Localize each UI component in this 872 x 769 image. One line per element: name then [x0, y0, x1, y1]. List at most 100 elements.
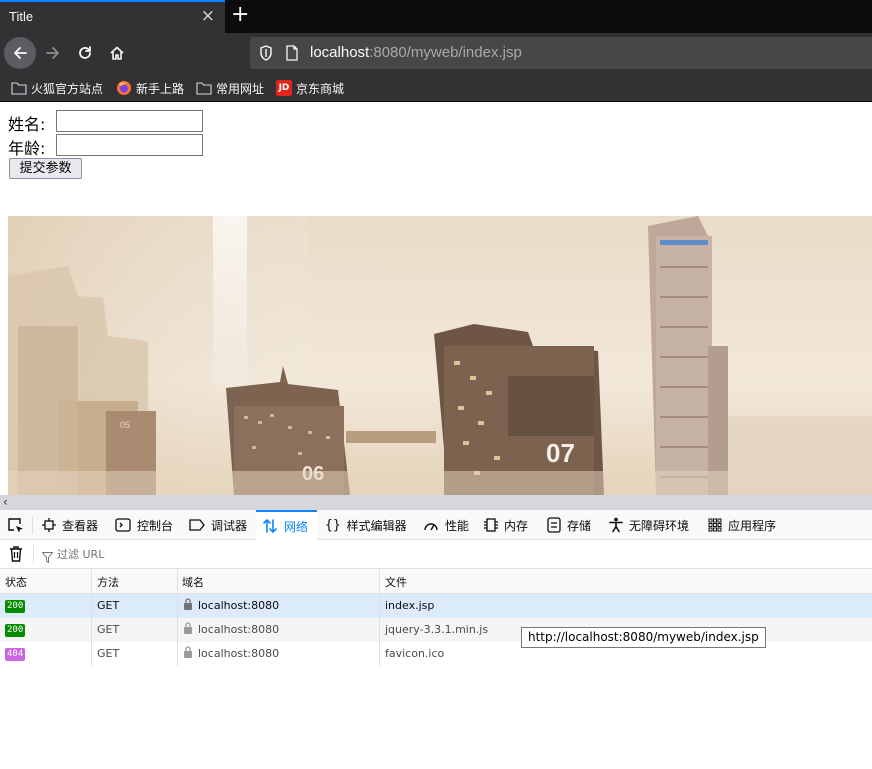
request-method: GET [97, 647, 120, 660]
toolbar-separator [32, 516, 33, 534]
column-divider [91, 594, 92, 618]
tab-storage[interactable]: 存储 [547, 510, 591, 540]
url-bar[interactable]: localhost:8080/myweb/index.jsp [250, 37, 872, 69]
tab-label: 调试器 [211, 518, 248, 533]
lock-icon [183, 646, 193, 661]
column-divider [379, 618, 380, 642]
tab-label: 样式编辑器 [346, 518, 407, 533]
bookmark-item[interactable]: 新手上路 [116, 79, 184, 97]
tab-console[interactable]: 控制台 [115, 510, 173, 540]
inspector-icon [42, 518, 56, 532]
element-picker-icon[interactable] [7, 517, 24, 538]
storage-icon [547, 517, 561, 533]
column-domain[interactable]: 域名 [182, 574, 204, 590]
name-input[interactable] [56, 110, 203, 132]
navigation-bar: localhost:8080/myweb/index.jsp [0, 33, 872, 73]
back-button[interactable] [4, 37, 36, 69]
tab-label: 存储 [567, 518, 592, 533]
submit-button[interactable]: 提交参数 [9, 158, 82, 179]
column-divider [91, 618, 92, 642]
bookmarks-toolbar: 火狐官方站点 新手上路 常用网址 JD 京东商城 [0, 73, 872, 102]
page-content: 姓名: 年龄: 提交参数 07 05 [0, 102, 872, 495]
tab-memory[interactable]: 内存 [484, 510, 528, 540]
name-label: 姓名: [8, 115, 46, 134]
city-illustration: 06 07 [8, 216, 872, 495]
browser-tab[interactable]: Title × [0, 0, 225, 33]
request-file: jquery-3.3.1.min.js [385, 623, 489, 636]
tab-close-icon[interactable]: × [201, 6, 215, 26]
page-info-icon[interactable] [285, 45, 299, 65]
column-status[interactable]: 状态 [5, 574, 27, 590]
banner-image: 06 07 [8, 216, 872, 495]
bookmark-label: 新手上路 [136, 81, 185, 96]
building-number-05: 05 [120, 420, 130, 430]
jd-badge: JD [276, 80, 292, 96]
home-button[interactable] [101, 37, 133, 69]
column-divider [379, 569, 380, 594]
reload-button[interactable] [69, 37, 101, 69]
tab-application[interactable]: 应用程序 [708, 510, 776, 540]
request-method: GET [97, 623, 120, 636]
request-file: index.jsp [385, 599, 435, 612]
home-icon [110, 46, 124, 60]
jd-icon: JD [276, 80, 292, 96]
url-tooltip: http://localhost:8080/myweb/index.jsp [521, 627, 766, 648]
network-icon [262, 518, 278, 534]
folder-icon [11, 81, 27, 95]
reload-icon [79, 46, 91, 59]
bookmark-item[interactable]: JD 京东商城 [276, 79, 344, 97]
bookmark-label: 常用网址 [216, 81, 265, 96]
url-text[interactable]: localhost:8080/myweb/index.jsp [310, 44, 522, 61]
column-divider [177, 618, 178, 642]
tab-performance[interactable]: 性能 [423, 510, 469, 540]
tab-accessibility[interactable]: 无障碍环境 [609, 510, 689, 540]
table-row[interactable]: 200 GET localhost:8080 index.jsp [0, 594, 872, 618]
url-path: :8080/myweb/index.jsp [369, 44, 522, 61]
tab-label: 应用程序 [728, 518, 777, 533]
tab-label: 网络 [284, 519, 309, 534]
tracking-shield-icon[interactable] [259, 45, 273, 65]
building-number-07: 07 [546, 438, 575, 468]
tab-style-editor[interactable]: {} 样式编辑器 [325, 510, 407, 540]
request-domain: localhost:8080 [198, 599, 280, 612]
status-badge: 200 [5, 624, 26, 637]
debugger-icon [189, 518, 205, 532]
filter-url-input[interactable]: 过滤 URL [57, 546, 104, 562]
column-divider [379, 594, 380, 618]
scroll-left-icon[interactable]: ‹ [3, 495, 8, 509]
application-icon [708, 518, 722, 532]
column-file[interactable]: 文件 [385, 574, 407, 590]
tab-inspector[interactable]: 查看器 [42, 510, 98, 540]
tab-label: 无障碍环境 [629, 518, 690, 533]
forward-arrow-icon [46, 47, 59, 59]
new-tab-icon[interactable]: + [231, 3, 249, 27]
forward-button[interactable] [37, 37, 69, 69]
request-domain: localhost:8080 [198, 623, 280, 636]
console-icon [115, 518, 131, 532]
tab-label: 性能 [445, 518, 470, 533]
filter-icon [41, 548, 54, 567]
filter-separator [33, 545, 34, 563]
bookmark-item[interactable]: 常用网址 [196, 79, 264, 97]
status-badge: 200 [5, 600, 26, 613]
tab-debugger[interactable]: 调试器 [189, 510, 247, 540]
tab-network[interactable]: 网络 [256, 510, 317, 540]
request-domain: localhost:8080 [198, 647, 280, 660]
horizontal-scrollbar[interactable]: ‹ [0, 495, 872, 510]
network-filter-bar: 过滤 URL [0, 540, 872, 569]
tab-label: 内存 [504, 518, 529, 533]
column-method[interactable]: 方法 [97, 574, 119, 590]
memory-icon [484, 517, 498, 533]
back-arrow-icon [14, 47, 27, 59]
age-input[interactable] [56, 134, 203, 156]
devtools-toolbar: 查看器 控制台 调试器 网络 {} 样式编辑器 性能 内存 存储 无障碍环境 应… [0, 510, 872, 540]
accessibility-icon [609, 517, 623, 533]
status-badge: 404 [5, 648, 26, 661]
request-file: favicon.ico [385, 647, 445, 660]
bookmark-item[interactable]: 火狐官方站点 [11, 79, 103, 97]
column-divider [177, 642, 178, 666]
column-divider [91, 569, 92, 594]
trash-icon[interactable] [9, 546, 23, 566]
tab-label: 查看器 [62, 518, 99, 533]
age-label: 年龄: [8, 139, 46, 158]
